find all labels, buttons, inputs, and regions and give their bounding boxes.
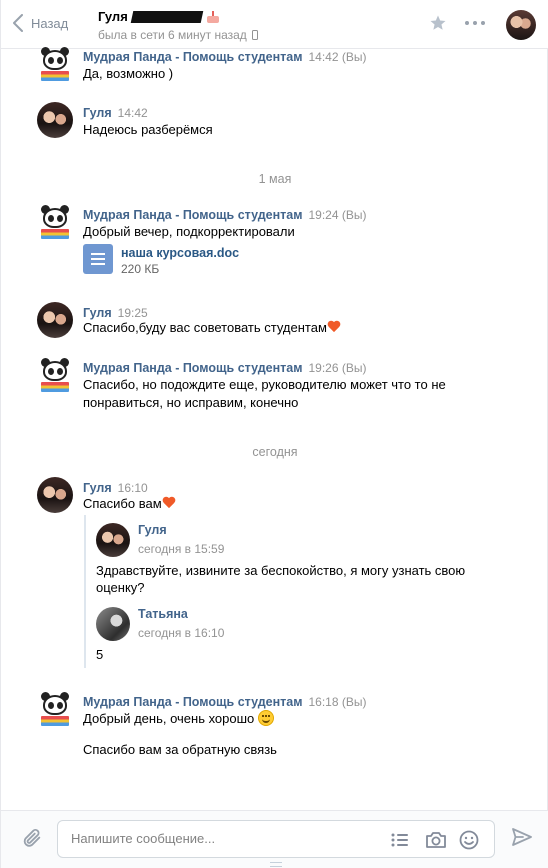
redaction-mark bbox=[130, 10, 204, 23]
date-separator: сегодня bbox=[252, 445, 298, 459]
message-time: 16:10 bbox=[117, 481, 148, 495]
forwarded-messages: Гуля сегодня в 15:59 Здравствуйте, извин… bbox=[84, 515, 484, 668]
avatar[interactable] bbox=[37, 302, 73, 338]
message-text: Надеюсь разберёмся bbox=[83, 122, 213, 137]
message-input[interactable] bbox=[71, 831, 371, 846]
document-size: 220 КБ bbox=[121, 262, 160, 276]
panda-avatar-icon[interactable] bbox=[37, 204, 73, 240]
forwarded-author[interactable]: Гуля bbox=[138, 523, 167, 537]
message-author[interactable]: Мудрая Панда - Помощь студентам 16:18 (Вы… bbox=[83, 695, 366, 709]
chat-window: Назад Гуля была в сети 6 минут назад Муд… bbox=[0, 0, 548, 868]
peer-name: Гуля bbox=[98, 9, 128, 24]
peer-status: была в сети 6 минут назад bbox=[98, 28, 247, 42]
birthday-cake-icon bbox=[206, 10, 220, 23]
message-time: 16:18 (Вы) bbox=[308, 695, 367, 709]
send-icon[interactable] bbox=[512, 828, 532, 846]
avatar[interactable] bbox=[37, 477, 73, 513]
avatar[interactable] bbox=[96, 523, 130, 557]
forwarded-text: Здравствуйте, извините за беспокойство, … bbox=[96, 563, 466, 595]
back-label: Назад bbox=[31, 15, 69, 31]
message-text: Добрый вечер, подкорректировали bbox=[83, 224, 295, 239]
back-button[interactable]: Назад bbox=[13, 14, 68, 32]
message-author[interactable]: Гуля 19:25 bbox=[83, 306, 148, 320]
avatar[interactable] bbox=[506, 10, 536, 40]
template-list-icon[interactable] bbox=[391, 832, 409, 848]
message-author[interactable]: Мудрая Панда - Помощь студентам 14:42 (Вы… bbox=[83, 50, 366, 64]
message-author[interactable]: Гуля 14:42 bbox=[83, 106, 148, 120]
message-composer bbox=[1, 810, 548, 868]
panda-avatar-icon[interactable] bbox=[37, 46, 73, 82]
resize-handle[interactable] bbox=[270, 862, 282, 867]
message-time: 14:42 bbox=[117, 106, 148, 120]
message-text: Да, возможно ) bbox=[83, 66, 174, 81]
more-options-icon[interactable] bbox=[465, 21, 485, 25]
message-text: Спасибо вам за обратную связь bbox=[83, 742, 277, 757]
message-text: Добрый день, очень хорошо bbox=[83, 710, 483, 728]
message-time: 19:25 bbox=[117, 306, 148, 320]
forwarded-date[interactable]: сегодня в 16:10 bbox=[138, 626, 224, 640]
message-author[interactable]: Мудрая Панда - Помощь студентам 19:24 (Вы… bbox=[83, 208, 366, 222]
panda-avatar-icon[interactable] bbox=[37, 691, 73, 727]
star-icon[interactable] bbox=[429, 14, 447, 32]
forwarded-author[interactable]: Татьяна bbox=[138, 607, 188, 621]
chevron-left-icon bbox=[13, 14, 23, 32]
forwarded-date[interactable]: сегодня в 15:59 bbox=[138, 542, 224, 556]
message-time: 19:24 (Вы) bbox=[308, 208, 367, 222]
message-text: Спасибо,буду вас советовать студентам bbox=[83, 319, 483, 337]
camera-icon[interactable] bbox=[425, 831, 447, 849]
avatar[interactable] bbox=[37, 102, 73, 138]
document-name[interactable]: наша курсовая.doc bbox=[121, 246, 239, 260]
message-author[interactable]: Мудрая Панда - Помощь студентам 19:26 (Вы… bbox=[83, 361, 366, 375]
emoji-icon[interactable] bbox=[459, 830, 479, 850]
document-icon bbox=[83, 244, 113, 274]
heart-emoji-icon bbox=[162, 497, 176, 509]
mobile-phone-icon bbox=[251, 30, 258, 40]
date-separator: 1 мая bbox=[258, 172, 292, 186]
paperclip-icon[interactable] bbox=[21, 826, 43, 850]
avatar[interactable] bbox=[96, 607, 130, 641]
message-text: Спасибо вам bbox=[83, 495, 483, 513]
message-time: 14:42 (Вы) bbox=[308, 50, 367, 64]
message-input-box[interactable] bbox=[57, 820, 495, 858]
panda-avatar-icon[interactable] bbox=[37, 357, 73, 393]
message-text: Спасибо, но подождите еще, руководителю … bbox=[83, 377, 446, 410]
message-author[interactable]: Гуля 16:10 bbox=[83, 481, 148, 495]
message-time: 19:26 (Вы) bbox=[308, 361, 367, 375]
chat-header: Назад Гуля была в сети 6 минут назад bbox=[1, 0, 548, 49]
heart-emoji-icon bbox=[327, 321, 341, 333]
peer-info[interactable]: Гуля была в сети 6 минут назад bbox=[98, 9, 258, 42]
smile-emoji-icon bbox=[257, 710, 274, 726]
forwarded-text: 5 bbox=[96, 647, 104, 662]
